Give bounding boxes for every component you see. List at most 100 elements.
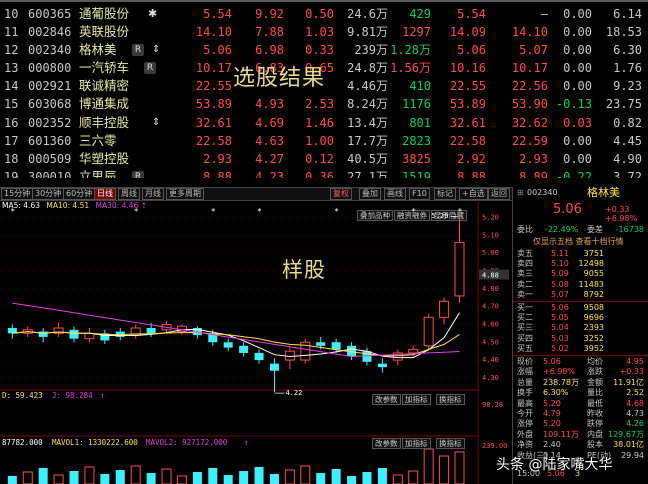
quote-row: 买三 5.04 2393 (517, 323, 646, 333)
toolbar-button-6[interactable]: 返回 (488, 188, 510, 200)
kdj-arrow-icon: ↑ (100, 391, 105, 400)
table-row[interactable]: 10 600365 通葡股份 ✱ 5.54 9.92 0.50 24.6万 429 5.54 — 0.… (2, 5, 646, 23)
ratio-label: 委比 (517, 225, 533, 234)
table-row[interactable]: 12 002340 格林美 R ⇕ 5.06 6.98 0.33 239万 1.28万 5.06 5.… (2, 41, 646, 59)
event-marker-icon: * (211, 207, 216, 216)
mavol2-label: MAVOL2: 927172.000 (146, 438, 228, 447)
arrow-tag-icon: ⇕ (152, 116, 161, 128)
volume-bar (192, 472, 202, 484)
stock-name: 通葡股份 (79, 6, 130, 21)
stock-code: 002340 (28, 43, 72, 58)
turnover-value: 6.14 (613, 7, 642, 21)
quote-change-pct: +6.98% (605, 214, 638, 223)
volume-bar (254, 467, 264, 484)
period-tab-1[interactable]: 30分钟 (32, 188, 65, 200)
bid-vol: 9508 (583, 303, 604, 312)
stat-value: +6.98% (543, 367, 576, 377)
volume-bar (408, 470, 419, 484)
toolbar-button-1[interactable]: 叠加 (359, 188, 381, 200)
table-row[interactable]: 11 002846 英联股份 14.10 7.88 1.03 9.81万 1297 14.09 1… (2, 23, 646, 41)
indicator-button[interactable]: 加指标 (402, 438, 431, 449)
indicator-button[interactable]: 改参数 (372, 394, 401, 405)
period-tab-0[interactable]: 15分钟 (1, 188, 34, 200)
candle-body (439, 300, 450, 318)
stock-name: 顺丰控股 (79, 114, 130, 130)
period-tab-2[interactable]: 60分钟 (63, 188, 96, 200)
kdj-d-label: D: 59.423 (2, 391, 43, 400)
stat-value: 29.94 (621, 450, 644, 460)
indicator-button[interactable]: 加指标 (402, 394, 431, 405)
bid-value: 14.09 (449, 25, 486, 40)
period-tab-4[interactable]: 周线 (118, 188, 140, 200)
period-tab-6[interactable]: 更多周期 (166, 188, 204, 200)
change-pct-value: 4.23 (255, 169, 284, 178)
table-row[interactable]: 15 603068 博通集成 53.89 4.93 2.53 8.24万 1176 53.89 5… (2, 95, 646, 113)
current-vol-value: 1.56万 (390, 61, 431, 76)
toolbar-button-0[interactable]: 复权 (330, 188, 352, 200)
ask-vol: 11483 (578, 279, 604, 289)
indicator-button[interactable]: 换指标 (436, 394, 465, 405)
quote-row: 买二 5.05 9696 (517, 313, 646, 323)
current-vol-value: 2823 (402, 133, 431, 148)
period-tab-3[interactable]: 日线 (94, 188, 116, 200)
ma5-line (12, 312, 460, 359)
table-row[interactable]: 19 300010 立思辰 R 8.88 4.23 0.36 27.1万 1519 8.88 8.8… (2, 168, 646, 178)
candle-body (146, 328, 156, 334)
speed-value: 0.00 (563, 151, 592, 166)
indicator-button[interactable]: 换指标 (436, 438, 465, 449)
stat-label: 量比 (587, 388, 603, 398)
bid-value: 22.55 (449, 79, 486, 94)
toolbar-button-4[interactable]: 标记 (434, 188, 456, 200)
ask-value: 32.62 (511, 115, 548, 130)
toolbar-button-2[interactable]: 画线 (384, 188, 406, 200)
table-row[interactable]: 18 000509 华塑控股 2.93 4.27 0.12 40.5万 3825 2.92 2.9… (2, 150, 646, 168)
stat-value: 4.95 (626, 357, 644, 366)
change-value: 1.03 (305, 25, 334, 40)
change-value: 2.53 (305, 97, 334, 112)
ask-value: 8.89 (519, 169, 548, 178)
volume-bar (223, 475, 233, 484)
candle-body (239, 345, 249, 353)
quote-row: +6.98% (517, 214, 646, 224)
ask-value: 2.93 (519, 151, 548, 166)
turnover-value: 0.82 (613, 115, 642, 130)
table-row[interactable]: 17 601360 三六零 22.58 4.63 1.00 17.7万 2823 22.58 22… (2, 132, 646, 150)
toolbar-button-5[interactable]: +自选 (459, 188, 488, 200)
candle-body (254, 352, 264, 361)
low-price-label: 4.22 (285, 389, 302, 397)
quote-row: 涨幅 +6.98% 涨跌 +0.33 (517, 367, 646, 377)
ask-value: 22.59 (511, 133, 548, 148)
volume-bar (423, 448, 434, 484)
volume-bar (69, 471, 79, 484)
tenlevel-link[interactable]: 仅显示五档 查看十档行情 (533, 237, 624, 247)
row-index: 12 (4, 43, 19, 58)
bid-vol: 2393 (583, 323, 604, 333)
quote-row: 今开 4.79 昨收 4.73 (517, 409, 646, 419)
ask-vol: 3751 (583, 249, 604, 258)
stock-code: 603068 (28, 97, 72, 112)
bid-label: 买一 (517, 303, 533, 312)
stat-value: 109.11万 (543, 429, 579, 439)
bid-price: 5.05 (551, 313, 569, 323)
bid-value: 2.92 (457, 151, 486, 166)
price-value: 8.88 (203, 169, 232, 178)
y-axis-label: 4.80 (482, 285, 499, 293)
volume-bar (84, 466, 95, 484)
speed-value: 0.03 (563, 115, 592, 130)
ask-price: 5.09 (551, 269, 569, 279)
row-index: 13 (4, 61, 19, 76)
ask-price: 5.08 (551, 279, 569, 289)
stock-code: 002352 (28, 115, 72, 130)
ask-value: 14.10 (511, 25, 548, 40)
overlay-title-sample: 样股 (282, 258, 326, 282)
volume-bar (100, 474, 110, 484)
ask-value: — (540, 7, 548, 21)
period-tab-5[interactable]: 月线 (142, 188, 164, 200)
toolbar-button-3[interactable]: F10 (409, 188, 430, 200)
change-pct-value: 9.92 (255, 7, 284, 21)
indicator-button[interactable]: 改参数 (372, 438, 401, 449)
table-row[interactable]: 16 002352 顺丰控股 ⇕ 32.61 4.69 1.46 13.4万 801 32.61 3… (2, 114, 646, 132)
rong-tag-icon: R (132, 170, 144, 178)
change-pct-value: 4.93 (255, 97, 284, 112)
stat-label: 换手 (517, 388, 533, 398)
